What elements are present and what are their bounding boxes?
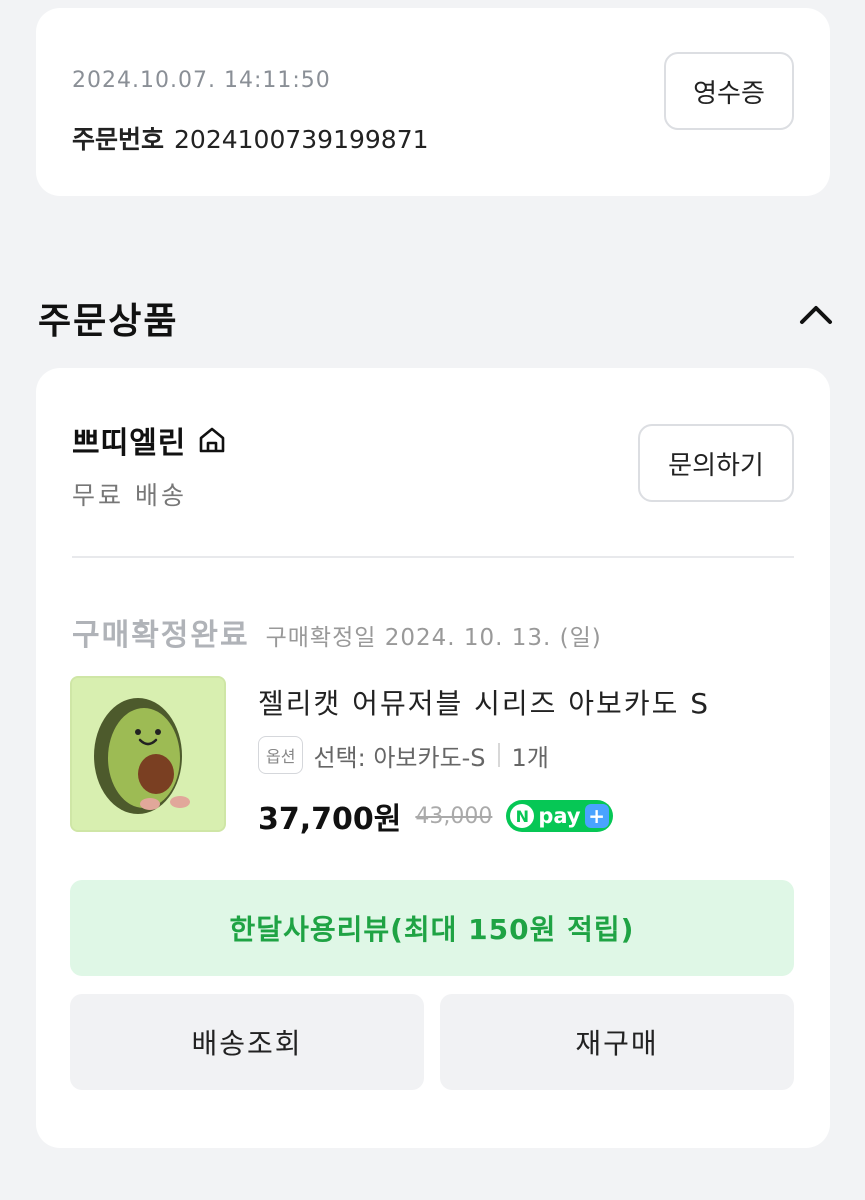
quantity: 1개	[511, 743, 549, 772]
order-number: 주문번호 2024100739199871	[72, 120, 429, 156]
order-summary-card: 2024.10.07. 14:11:50 주문번호 202410073919987…	[36, 8, 830, 196]
purchase-status: 구매확정완료	[72, 618, 250, 653]
order-datetime: 2024.10.07. 14:11:50	[72, 68, 331, 93]
section-title: 주문상품	[38, 301, 179, 342]
plus-icon: +	[584, 804, 609, 828]
seller-name[interactable]: 쁘띠엘린	[72, 418, 186, 462]
option-value: 선택: 아보카도-S	[313, 743, 486, 772]
npay-label: pay	[538, 804, 581, 828]
option-badge: 옵션	[258, 736, 304, 774]
product-thumbnail[interactable]	[70, 676, 226, 832]
home-icon[interactable]	[196, 424, 228, 456]
option-row: 옵션 선택: 아보카도-S 1개	[258, 736, 549, 774]
track-delivery-button[interactable]: 배송조회	[70, 994, 424, 1090]
divider	[72, 556, 794, 558]
price-row: 37,700원 43,000 N pay +	[258, 794, 613, 838]
rebuy-button[interactable]: 재구매	[440, 994, 794, 1090]
option-separator	[497, 743, 500, 767]
receipt-button[interactable]: 영수증	[664, 52, 794, 130]
avocado-plush-image	[72, 678, 224, 830]
npay-n-icon: N	[510, 804, 535, 828]
ordered-product-card: 쁘띠엘린 무료 배송 문의하기 구매확정완료 구매확정일 2024. 10. 1…	[36, 368, 830, 1148]
confirm-date: 구매확정일 2024. 10. 13. (일)	[265, 625, 602, 651]
product-name[interactable]: 젤리캣 어뮤저블 시리즈 아보카도 S	[258, 682, 710, 722]
review-button[interactable]: 한달사용리뷰(최대 150원 적립)	[70, 880, 794, 976]
chevron-up-icon[interactable]	[796, 296, 836, 336]
npay-plus-badge: N pay +	[506, 800, 613, 832]
purchase-status-row: 구매확정완료 구매확정일 2024. 10. 13. (일)	[72, 610, 602, 654]
order-number-value: 2024100739199871	[174, 125, 429, 154]
shipping-info: 무료 배송	[72, 481, 187, 510]
order-number-label: 주문번호	[72, 125, 165, 154]
sale-price: 37,700원	[258, 802, 402, 837]
inquiry-button[interactable]: 문의하기	[638, 424, 794, 502]
seller-row[interactable]: 쁘띠엘린	[72, 418, 228, 462]
original-price: 43,000	[415, 803, 493, 829]
